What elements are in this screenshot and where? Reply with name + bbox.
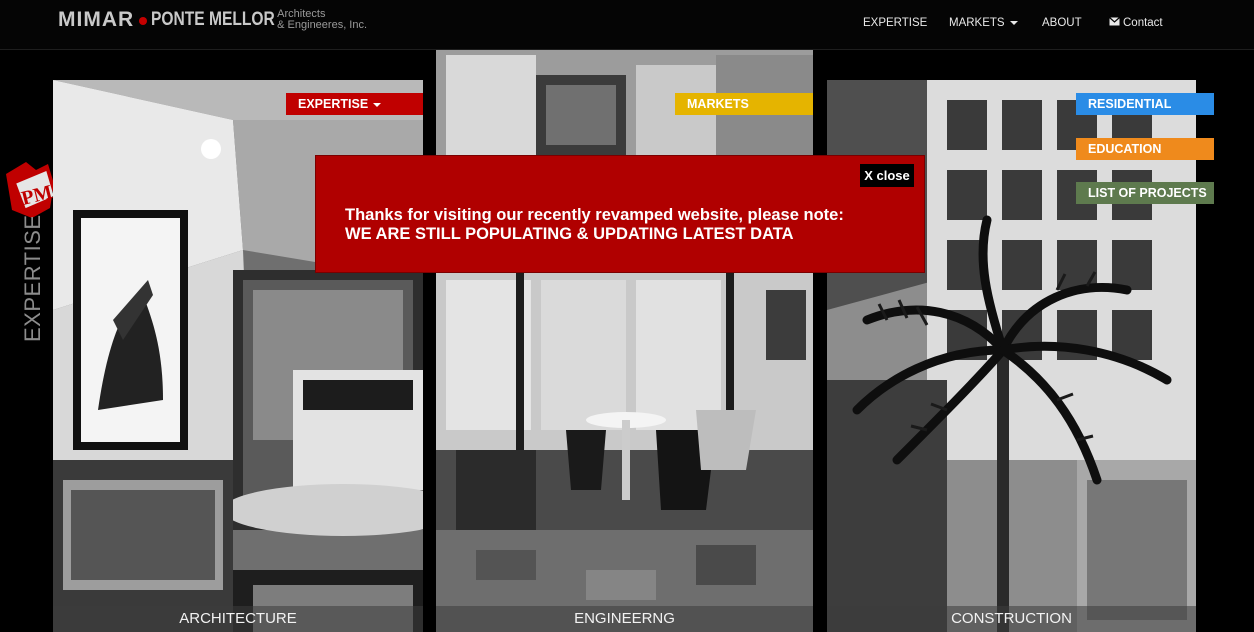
list-of-projects-button[interactable]: LIST OF PROJECTS: [1076, 182, 1214, 204]
close-button[interactable]: X close: [860, 164, 914, 187]
nav-about[interactable]: ABOUT: [1042, 17, 1082, 29]
nav-expertise[interactable]: EXPERTISE: [863, 17, 927, 29]
top-navigation-bar: MIMAR PONTE MELLOR Architects & Engineer…: [0, 0, 1254, 50]
notice-message: Thanks for visiting our recently revampe…: [345, 206, 844, 244]
notice-line-1: Thanks for visiting our recently revampe…: [345, 206, 844, 224]
nav-contact-label: Contact: [1123, 17, 1163, 29]
chevron-down-icon: [373, 102, 382, 107]
nav-markets[interactable]: MARKETS: [949, 17, 1018, 29]
nav-contact[interactable]: Contact: [1109, 17, 1163, 29]
education-menu-button[interactable]: EDUCATION: [1076, 138, 1214, 160]
residential-menu-button[interactable]: RESIDENTIAL: [1076, 93, 1214, 115]
envelope-icon: [1109, 17, 1120, 29]
engineering-caption: ENGINEERNG: [436, 606, 813, 632]
side-expertise-label: EXPERTISE: [20, 214, 45, 342]
engineering-panel[interactable]: ENGINEERNG: [436, 50, 813, 632]
architecture-caption: ARCHITECTURE: [53, 606, 423, 632]
nav-markets-label: MARKETS: [949, 17, 1005, 29]
engineering-image: [436, 50, 813, 632]
notice-modal: X close Thanks for visiting our recently…: [316, 156, 924, 272]
expertise-menu-label: EXPERTISE: [298, 97, 369, 111]
notice-line-2: WE ARE STILL POPULATING & UPDATING LATES…: [345, 225, 794, 243]
markets-menu-button[interactable]: MARKETS: [675, 93, 813, 115]
expertise-menu-button[interactable]: EXPERTISE: [286, 93, 423, 115]
construction-caption: CONSTRUCTION: [827, 606, 1196, 632]
chevron-down-icon: [1009, 20, 1018, 25]
main-nav: EXPERTISE MARKETS ABOUT Contact: [0, 17, 1254, 33]
pm-logo-icon: PM: [4, 160, 55, 220]
